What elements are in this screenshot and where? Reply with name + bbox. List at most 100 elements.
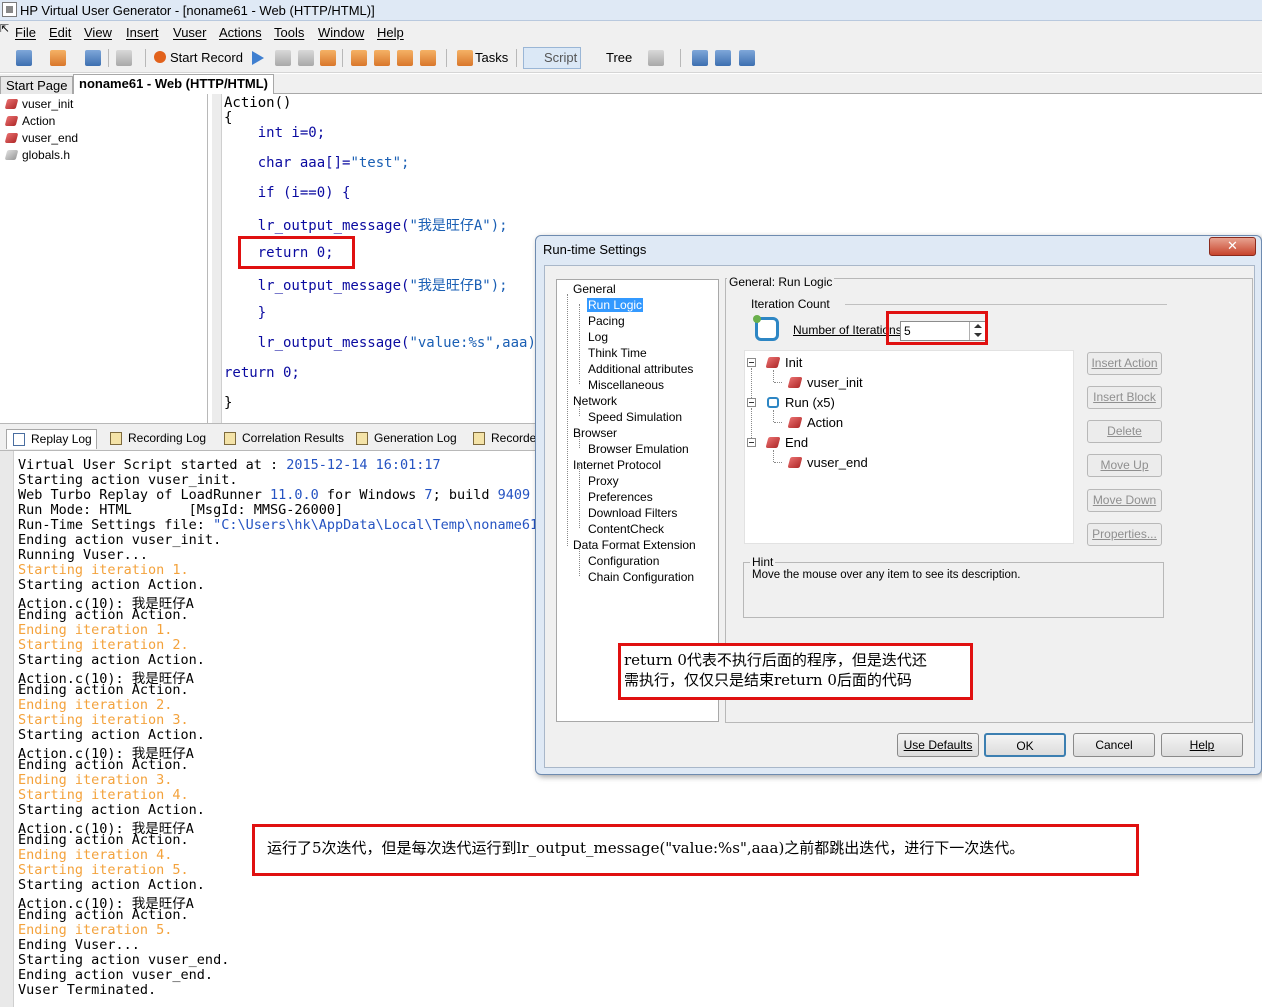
properties-button[interactable]: Properties... <box>1087 523 1162 546</box>
toolbar-separator <box>145 49 146 67</box>
move-up-button[interactable]: Move Up <box>1087 454 1162 477</box>
record-icon[interactable] <box>154 51 166 63</box>
tree-item-vuser-end[interactable]: vuser_end <box>4 131 78 145</box>
stop-icon[interactable] <box>275 50 291 66</box>
tasks-button[interactable]: Tasks <box>475 50 508 65</box>
tab-generation-log[interactable]: Generation Log <box>350 429 461 449</box>
tab-recording-log[interactable]: Recording Log <box>104 429 210 449</box>
use-defaults-button[interactable]: Use Defaults <box>897 733 979 757</box>
toolbar-separator <box>342 49 343 67</box>
compare-icon[interactable] <box>692 50 708 66</box>
tasks-icon[interactable] <box>457 50 473 66</box>
insert-action-button[interactable]: Insert Action <box>1087 352 1162 375</box>
thumbnail-icon[interactable] <box>739 50 755 66</box>
close-button[interactable]: ✕ <box>1209 237 1256 256</box>
cancel-button[interactable]: Cancel <box>1073 733 1155 757</box>
menu-edit[interactable]: Edit <box>49 25 71 40</box>
tree-content-check[interactable]: ContentCheck <box>588 522 664 536</box>
move-down-button[interactable]: Move Down <box>1087 489 1162 512</box>
tree-internet-protocol[interactable]: Internet Protocol <box>573 458 661 472</box>
menu-vuser[interactable]: Vuser <box>173 25 206 40</box>
menu-view[interactable]: View <box>84 25 112 40</box>
log-icon <box>356 432 368 445</box>
log-line: Running Vuser... <box>18 547 149 563</box>
flow-init[interactable]: Init <box>765 355 802 370</box>
header-file-icon <box>4 150 19 160</box>
menu-actions[interactable]: Actions <box>219 25 262 40</box>
tab-recorded-events[interactable]: Recorde <box>467 429 540 449</box>
collapse-end-icon[interactable] <box>747 438 756 447</box>
flow-connector <box>751 408 752 438</box>
find-icon[interactable] <box>116 50 132 66</box>
tree-run-logic[interactable]: Run Logic <box>587 298 644 312</box>
collapse-run-icon[interactable] <box>747 398 756 407</box>
start-record-button[interactable]: Start Record <box>170 50 243 65</box>
tree-network[interactable]: Network <box>573 394 617 408</box>
flow-vuser-init[interactable]: vuser_init <box>787 375 863 390</box>
snapshot-icon[interactable] <box>715 50 731 66</box>
flow-action[interactable]: Action <box>787 415 843 430</box>
tree-preferences[interactable]: Preferences <box>588 490 653 504</box>
tab-noname61[interactable]: noname61 - Web (HTTP/HTML) <box>73 74 274 94</box>
tree-view-button[interactable]: Tree <box>606 50 632 65</box>
menu-help[interactable]: Help <box>377 25 404 40</box>
tree-browser[interactable]: Browser <box>573 426 617 440</box>
script-view-label: Script <box>544 50 578 65</box>
tree-additional-attributes[interactable]: Additional attributes <box>588 362 693 376</box>
bookmark-next-icon[interactable] <box>397 50 413 66</box>
log-icon <box>473 432 485 445</box>
tree-pacing[interactable]: Pacing <box>588 314 625 328</box>
correlation-icon <box>224 432 236 445</box>
tree-chain-configuration[interactable]: Chain Configuration <box>588 570 694 584</box>
new-script-icon[interactable] <box>16 50 32 66</box>
tree-download-filters[interactable]: Download Filters <box>588 506 677 520</box>
tree-browser-emulation[interactable]: Browser Emulation <box>588 442 689 456</box>
log-line: Run Mode: HTML [MsgId: MMSG-26000] <box>18 502 344 518</box>
iterations-highlight-box <box>886 311 988 345</box>
tree-configuration[interactable]: Configuration <box>588 554 659 568</box>
menu-file[interactable]: File <box>15 25 36 40</box>
log-line: Ending iteration 2. <box>18 697 173 713</box>
tree-item-vuser-init[interactable]: vuser_init <box>4 97 73 111</box>
breakpoint-icon[interactable] <box>351 50 367 66</box>
help-button[interactable]: Help <box>1161 733 1243 757</box>
log-line: Starting iteration 3. <box>18 712 189 728</box>
toolbar-separator <box>680 49 681 67</box>
ok-button[interactable]: OK <box>984 733 1066 757</box>
insert-block-button[interactable]: Insert Block <box>1087 386 1162 409</box>
code-line: Action() <box>224 95 292 111</box>
step-icon[interactable] <box>320 50 336 66</box>
tree-proxy[interactable]: Proxy <box>588 474 619 488</box>
flow-end[interactable]: End <box>765 435 808 450</box>
tab-start-page[interactable]: Start Page <box>0 76 74 94</box>
tree-log[interactable]: Log <box>588 330 608 344</box>
output-window-icon[interactable] <box>648 50 664 66</box>
log-line: Ending iteration 5. <box>18 922 173 938</box>
flow-run[interactable]: Run (x5) <box>767 395 835 410</box>
open-folder-icon[interactable] <box>50 50 66 66</box>
tree-data-format-extension[interactable]: Data Format Extension <box>573 538 696 552</box>
tree-think-time[interactable]: Think Time <box>588 346 647 360</box>
log-line: Ending action Action. <box>18 907 189 923</box>
tab-replay-log[interactable]: Replay Log <box>6 429 97 449</box>
tree-item-action[interactable]: Action <box>4 114 55 128</box>
pause-icon[interactable] <box>298 50 314 66</box>
menu-window[interactable]: Window <box>318 25 364 40</box>
collapse-init-icon[interactable] <box>747 358 756 367</box>
log-line: Starting action Action. <box>18 877 205 893</box>
bookmark-icon[interactable] <box>374 50 390 66</box>
tree-item-globals[interactable]: globals.h <box>4 148 70 162</box>
tree-speed-simulation[interactable]: Speed Simulation <box>588 410 682 424</box>
delete-button[interactable]: Delete <box>1087 420 1162 443</box>
tree-miscellaneous[interactable]: Miscellaneous <box>588 378 664 392</box>
flow-connector <box>773 410 774 422</box>
flow-vuser-end[interactable]: vuser_end <box>787 455 868 470</box>
bookmark-clear-icon[interactable] <box>420 50 436 66</box>
menu-insert[interactable]: Insert <box>126 25 159 40</box>
save-icon[interactable] <box>85 50 101 66</box>
code-line: return 0; <box>224 365 300 381</box>
menu-tools[interactable]: Tools <box>274 25 304 40</box>
tab-correlation-results[interactable]: Correlation Results <box>218 429 348 449</box>
tree-general[interactable]: General <box>573 282 616 296</box>
replay-play-icon[interactable] <box>252 51 264 65</box>
